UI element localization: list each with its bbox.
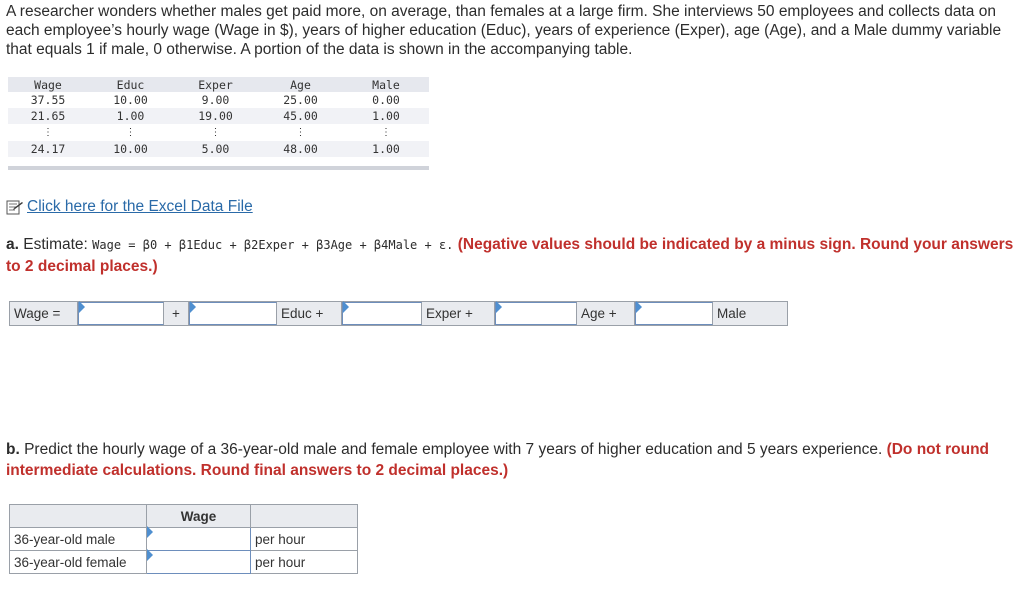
table-bottom-rule — [8, 166, 429, 170]
exper-label: Exper + — [422, 302, 495, 325]
table-cell: 25.00 — [283, 93, 318, 107]
prediction-table: Wage 36-year-old male per hour 36-year-o… — [9, 504, 358, 574]
exper-coef-input[interactable] — [342, 301, 422, 325]
table-row: 21.65 1.00 19.00 45.00 1.00 — [8, 108, 429, 124]
unit-label: per hour — [250, 550, 358, 574]
prediction-row-male: 36-year-old male per hour — [9, 526, 358, 551]
table-cell: ⋮ — [125, 126, 136, 138]
age-coef-input[interactable] — [495, 301, 577, 325]
data-table-header: Wage Educ Exper Age Male — [8, 77, 429, 92]
table-row: 37.55 10.00 9.00 25.00 0.00 — [8, 92, 429, 108]
table-cell: ⋮ — [295, 126, 306, 138]
regression-equation: Wage = β0 + β1Educ + β2Exper + β3Age + β… — [92, 238, 454, 252]
excel-data-link[interactable]: Click here for the Excel Data File — [6, 198, 253, 216]
col-header-exper: Exper — [173, 77, 258, 92]
part-a-question: a. Estimate: Wage = β0 + β1Educ + β2Expe… — [6, 234, 1016, 277]
data-table: Wage Educ Exper Age Male 37.55 10.00 9.0… — [8, 77, 429, 157]
col-header-age: Age — [258, 77, 343, 92]
table-cell: 48.00 — [258, 141, 343, 157]
plus-label: + — [164, 302, 189, 325]
row-label-female: 36-year-old female — [9, 550, 147, 574]
part-b-question: b. Predict the hourly wage of a 36-year-… — [6, 439, 1016, 481]
female-wage-input[interactable] — [146, 549, 251, 574]
prediction-header-row: Wage — [9, 504, 358, 528]
col-header-educ: Educ — [88, 77, 173, 92]
part-b-text: Predict the hourly wage of a 36-year-old… — [24, 441, 883, 458]
table-cell: 24.17 — [8, 141, 88, 157]
table-row-ellipsis: ⋮ ⋮ ⋮ ⋮ ⋮ — [8, 124, 429, 141]
table-cell: ⋮ — [43, 126, 53, 138]
part-a-prefix: a. — [6, 236, 19, 253]
row-label-male: 36-year-old male — [9, 527, 147, 551]
col-header-wage: Wage — [8, 77, 88, 92]
empty-header-cell — [250, 504, 358, 528]
table-cell: 9.00 — [201, 93, 230, 107]
empty-header-cell — [9, 504, 147, 528]
table-cell: 1.00 — [343, 108, 429, 124]
table-cell: ⋮ — [210, 126, 221, 138]
table-cell: 10.00 — [113, 93, 148, 107]
table-cell: ⋮ — [381, 126, 391, 138]
educ-label: Educ + — [277, 302, 342, 325]
male-label: Male — [713, 302, 787, 325]
table-cell: 45.00 — [258, 108, 343, 124]
regression-equation-inputs: Wage = + Educ + Exper + Age + Male — [9, 301, 788, 326]
table-cell: 19.00 — [173, 108, 258, 124]
table-cell: 1.00 — [343, 141, 429, 157]
prediction-row-female: 36-year-old female per hour — [9, 549, 358, 574]
table-cell: 37.55 — [30, 93, 66, 107]
educ-coef-input[interactable] — [189, 301, 277, 325]
wage-equals-label: Wage = — [10, 302, 78, 325]
part-a-estimate-label: Estimate: — [23, 236, 88, 253]
table-cell: 0.00 — [372, 93, 400, 107]
excel-link-label[interactable]: Click here for the Excel Data File — [27, 198, 253, 216]
unit-label: per hour — [250, 527, 358, 551]
intercept-input[interactable] — [78, 301, 164, 325]
table-cell: 1.00 — [88, 108, 173, 124]
table-cell: 21.65 — [8, 108, 88, 124]
table-cell: 5.00 — [173, 141, 258, 157]
problem-intro: A researcher wonders whether males get p… — [6, 3, 1002, 58]
male-coef-input[interactable] — [635, 301, 713, 325]
part-b-prefix: b. — [6, 441, 20, 458]
excel-file-icon — [6, 199, 24, 215]
wage-column-header: Wage — [146, 504, 251, 528]
age-label: Age + — [577, 302, 635, 325]
table-cell: 10.00 — [88, 141, 173, 157]
table-row: 24.17 10.00 5.00 48.00 1.00 — [8, 141, 429, 157]
male-wage-input[interactable] — [146, 526, 251, 551]
col-header-male: Male — [343, 77, 429, 92]
